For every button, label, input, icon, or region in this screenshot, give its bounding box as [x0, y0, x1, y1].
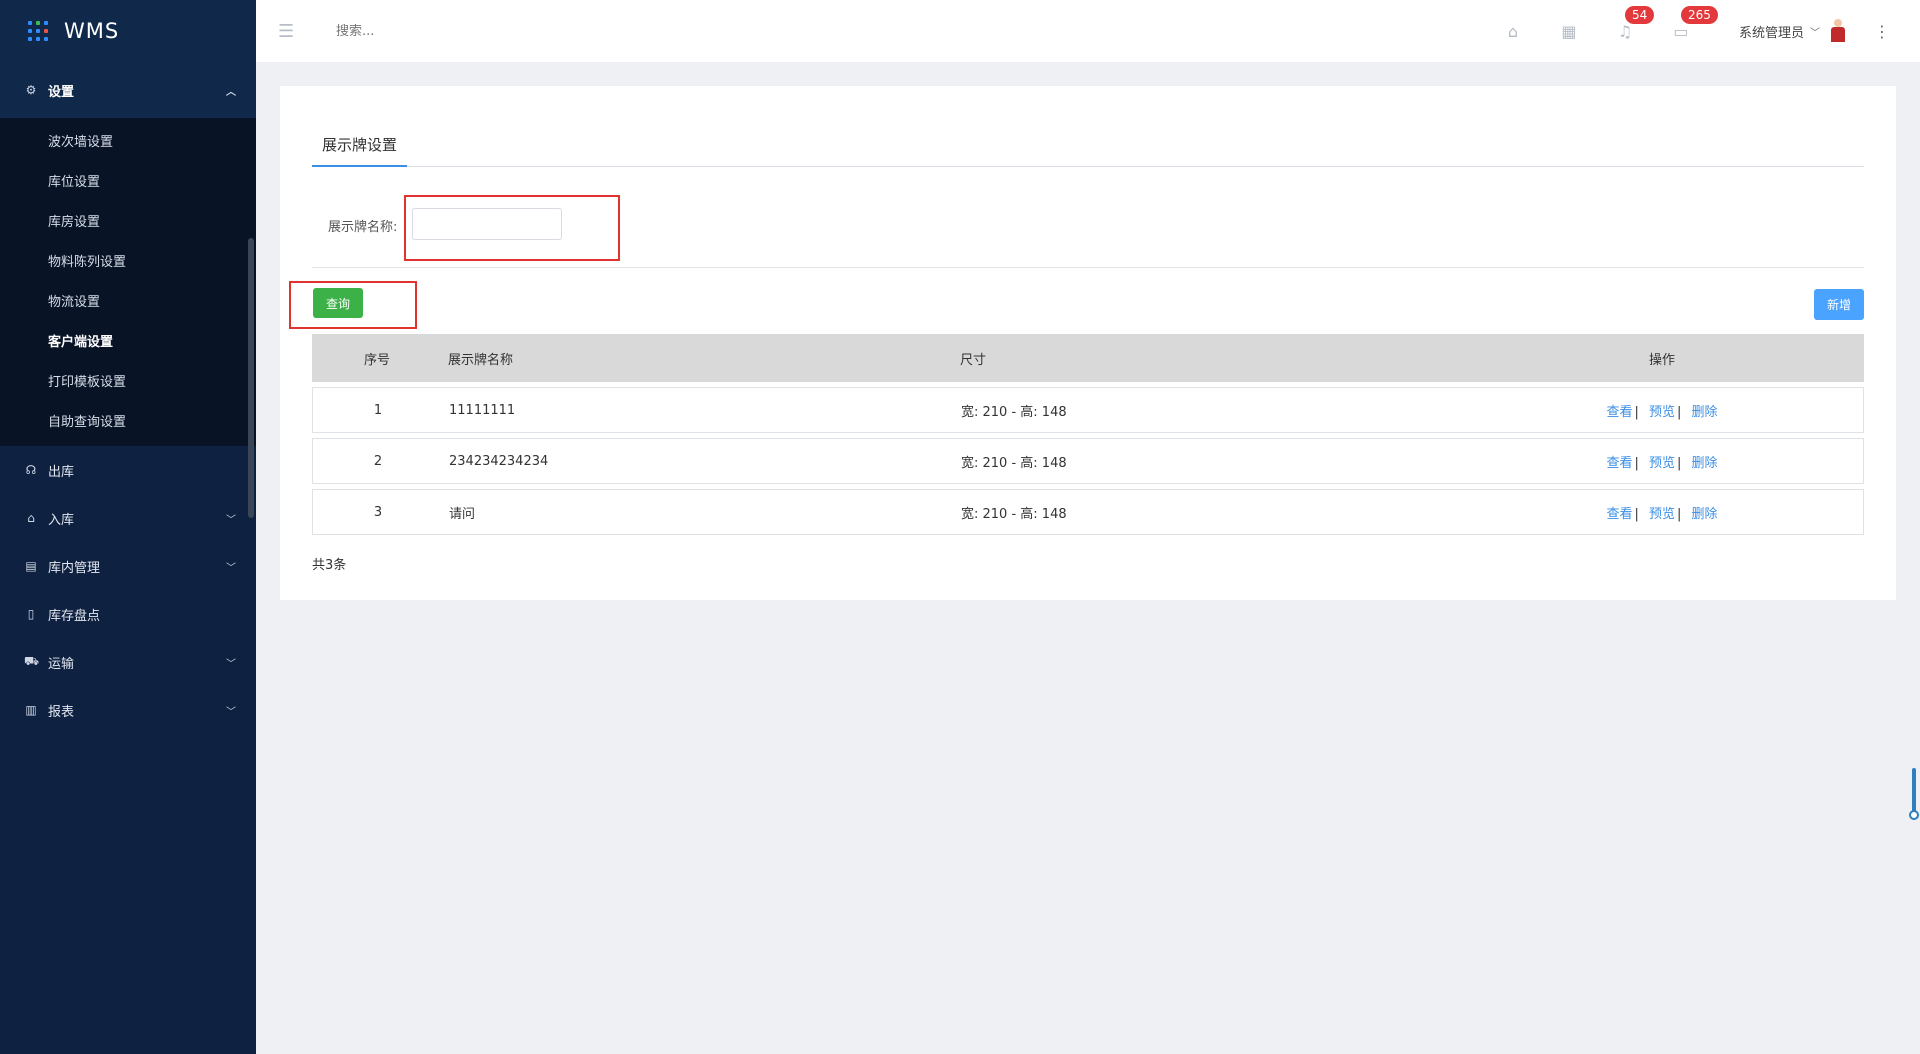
sidebar-subitem-logistics[interactable]: 物流设置 — [0, 280, 256, 320]
messages-badge: 265 — [1680, 5, 1718, 24]
row-size: 宽: 210 - 高: 148 — [961, 404, 1067, 420]
view-link[interactable]: 查看 — [1606, 405, 1632, 420]
sidebar-item-label: 出库 — [48, 464, 75, 480]
notifications-badge: 54 — [1624, 5, 1655, 24]
sidebar-item-transport[interactable]: ⛟ 运输 ﹀ — [0, 638, 256, 686]
view-link[interactable]: 查看 — [1606, 456, 1632, 471]
view-link[interactable]: 查看 — [1606, 507, 1632, 522]
scroll-handle-icon[interactable] — [1909, 810, 1919, 820]
grid-icon[interactable]: ▦ — [1541, 22, 1597, 41]
delete-link[interactable]: 删除 — [1692, 507, 1718, 522]
chevron-down-icon: ﹀ — [226, 562, 236, 574]
settings-submenu: 波次墙设置 库位设置 库房设置 物料陈列设置 物流设置 客户端设置 打印模板设置… — [0, 118, 256, 518]
chevron-down-icon: ﹀ — [226, 706, 236, 718]
headset-icon: ☊ — [25, 463, 37, 477]
brand[interactable]: WMS — [0, 0, 256, 62]
sidebar-subitem-self-query[interactable]: 自助查询设置 — [0, 400, 256, 440]
delete-link[interactable]: 删除 — [1692, 456, 1718, 471]
row-size: 宽: 210 - 高: 148 — [961, 455, 1067, 471]
sidebar-item-label: 入库 — [48, 512, 75, 528]
divider — [312, 267, 1864, 268]
more-vertical-icon[interactable]: ⋮ — [1874, 22, 1890, 41]
box-icon: ▤ — [25, 559, 37, 573]
user-menu[interactable]: 系统管理员 ﹀ — [1739, 19, 1846, 43]
main-panel: 展示牌设置 展示牌名称: 查询 新增 序号 展示牌名称 尺寸 操作 1 1111… — [280, 86, 1896, 600]
sidebar-subitem-print-template[interactable]: 打印模板设置 — [0, 360, 256, 400]
tab-display-board-settings[interactable]: 展示牌设置 — [312, 134, 408, 167]
truck-icon: ⛟ — [24, 654, 40, 668]
preview-link[interactable]: 预览 — [1649, 507, 1675, 522]
sidebar-subitem-material-display[interactable]: 物料陈列设置 — [0, 240, 256, 280]
table-row: 2 234234234234 宽: 210 - 高: 148 查看 | 预览 | 删… — [312, 438, 1864, 484]
row-index: 2 — [373, 453, 383, 469]
sidebar-item-outbound[interactable]: ☊ 出库 — [0, 446, 256, 494]
tab-bar: 展示牌设置 — [312, 134, 1864, 167]
chevron-down-icon: ﹀ — [1810, 27, 1820, 39]
column-header-index: 序号 — [363, 352, 390, 368]
sidebar-item-inbound[interactable]: ⌂ 入库 ﹀ — [0, 494, 256, 542]
top-header: ☰ ⌂ ▦ ♫ 54 ▭ 265 系统管理员 ﹀ ⋮ — [256, 0, 1920, 62]
delete-link[interactable]: 删除 — [1692, 405, 1718, 420]
sidebar-item-in-warehouse[interactable]: ▤ 库内管理 ﹀ — [0, 542, 256, 590]
bell-icon[interactable]: ♫ 54 — [1597, 5, 1655, 41]
user-name: 系统管理员 — [1738, 25, 1804, 41]
avatar — [1830, 19, 1846, 43]
sidebar-subitem-location[interactable]: 库位设置 — [0, 160, 256, 200]
home-icon: ⌂ — [27, 511, 35, 525]
home-icon[interactable]: ⌂ — [1485, 22, 1541, 41]
sidebar-scrollbar[interactable] — [248, 238, 254, 518]
sidebar: WMS ⚙ 设置 ︿ 波次墙设置 库位设置 库房设置 物料陈列设置 物流设置 客… — [0, 0, 256, 1054]
row-actions: 查看 | 预览 | 删除 — [1606, 506, 1718, 522]
column-header-name: 展示牌名称 — [448, 352, 514, 368]
preview-link[interactable]: 预览 — [1649, 405, 1675, 420]
total-count: 共3条 — [312, 558, 347, 573]
row-index: 1 — [373, 402, 383, 418]
chevron-up-icon: ︿ — [226, 86, 236, 98]
row-name: 请问 — [449, 506, 476, 522]
sidebar-item-inventory-count[interactable]: ▯ 库存盘点 — [0, 590, 256, 638]
bar-chart-icon: ▥ — [25, 703, 37, 717]
menu-toggle-icon[interactable]: ☰ — [278, 21, 298, 42]
table-header: 序号 展示牌名称 尺寸 操作 — [312, 334, 1864, 382]
sidebar-item-label: 库内管理 — [48, 560, 101, 576]
sidebar-item-label: 运输 — [48, 656, 75, 672]
highlight-box-input — [404, 195, 620, 261]
sidebar-group-settings: ⚙ 设置 ︿ 波次墙设置 库位设置 库房设置 物料陈列设置 物流设置 客户端设置… — [0, 62, 256, 518]
sidebar-item-settings[interactable]: ⚙ 设置 ︿ — [0, 62, 256, 118]
column-header-size: 尺寸 — [960, 352, 987, 368]
row-index: 3 — [373, 504, 383, 520]
sidebar-subitem-client[interactable]: 客户端设置 — [0, 320, 256, 360]
add-button[interactable]: 新增 — [1814, 289, 1864, 320]
query-button[interactable]: 查询 — [313, 288, 363, 318]
display-board-table: 序号 展示牌名称 尺寸 操作 1 11111111 宽: 210 - 高: 14… — [312, 334, 1864, 535]
header-actions: ⌂ ▦ ♫ 54 ▭ 265 系统管理员 ﹀ ⋮ — [1485, 0, 1920, 62]
gear-icon: ⚙ — [25, 83, 37, 97]
row-actions: 查看 | 预览 | 删除 — [1606, 404, 1718, 420]
row-size: 宽: 210 - 高: 148 — [961, 506, 1067, 522]
sidebar-subitem-wave-wall[interactable]: 波次墙设置 — [0, 120, 256, 160]
row-actions: 查看 | 预览 | 删除 — [1606, 455, 1718, 471]
sidebar-item-reports[interactable]: ▥ 报表 ﹀ — [0, 686, 256, 734]
sidebar-item-label: 设置 — [48, 84, 75, 100]
table-row: 3 请问 宽: 210 - 高: 148 查看 | 预览 | 删除 — [312, 489, 1864, 535]
sidebar-item-label: 报表 — [48, 704, 75, 720]
row-name: 11111111 — [449, 402, 516, 418]
chevron-down-icon: ﹀ — [226, 658, 236, 670]
preview-link[interactable]: 预览 — [1649, 456, 1675, 471]
row-name: 234234234234 — [449, 453, 549, 469]
chevron-down-icon: ﹀ — [226, 514, 236, 526]
column-header-actions: 操作 — [1648, 352, 1675, 368]
sidebar-subitem-warehouse[interactable]: 库房设置 — [0, 200, 256, 240]
clipboard-icon: ▯ — [27, 607, 35, 621]
sidebar-item-label: 库存盘点 — [48, 608, 101, 624]
filter-label: 展示牌名称: — [328, 220, 398, 235]
app-title: WMS — [64, 19, 120, 43]
table-row: 1 11111111 宽: 210 - 高: 148 查看 | 预览 | 删除 — [312, 387, 1864, 433]
message-icon[interactable]: ▭ 265 — [1653, 5, 1718, 41]
search-input[interactable] — [336, 23, 536, 39]
app-grid-icon — [28, 21, 48, 41]
